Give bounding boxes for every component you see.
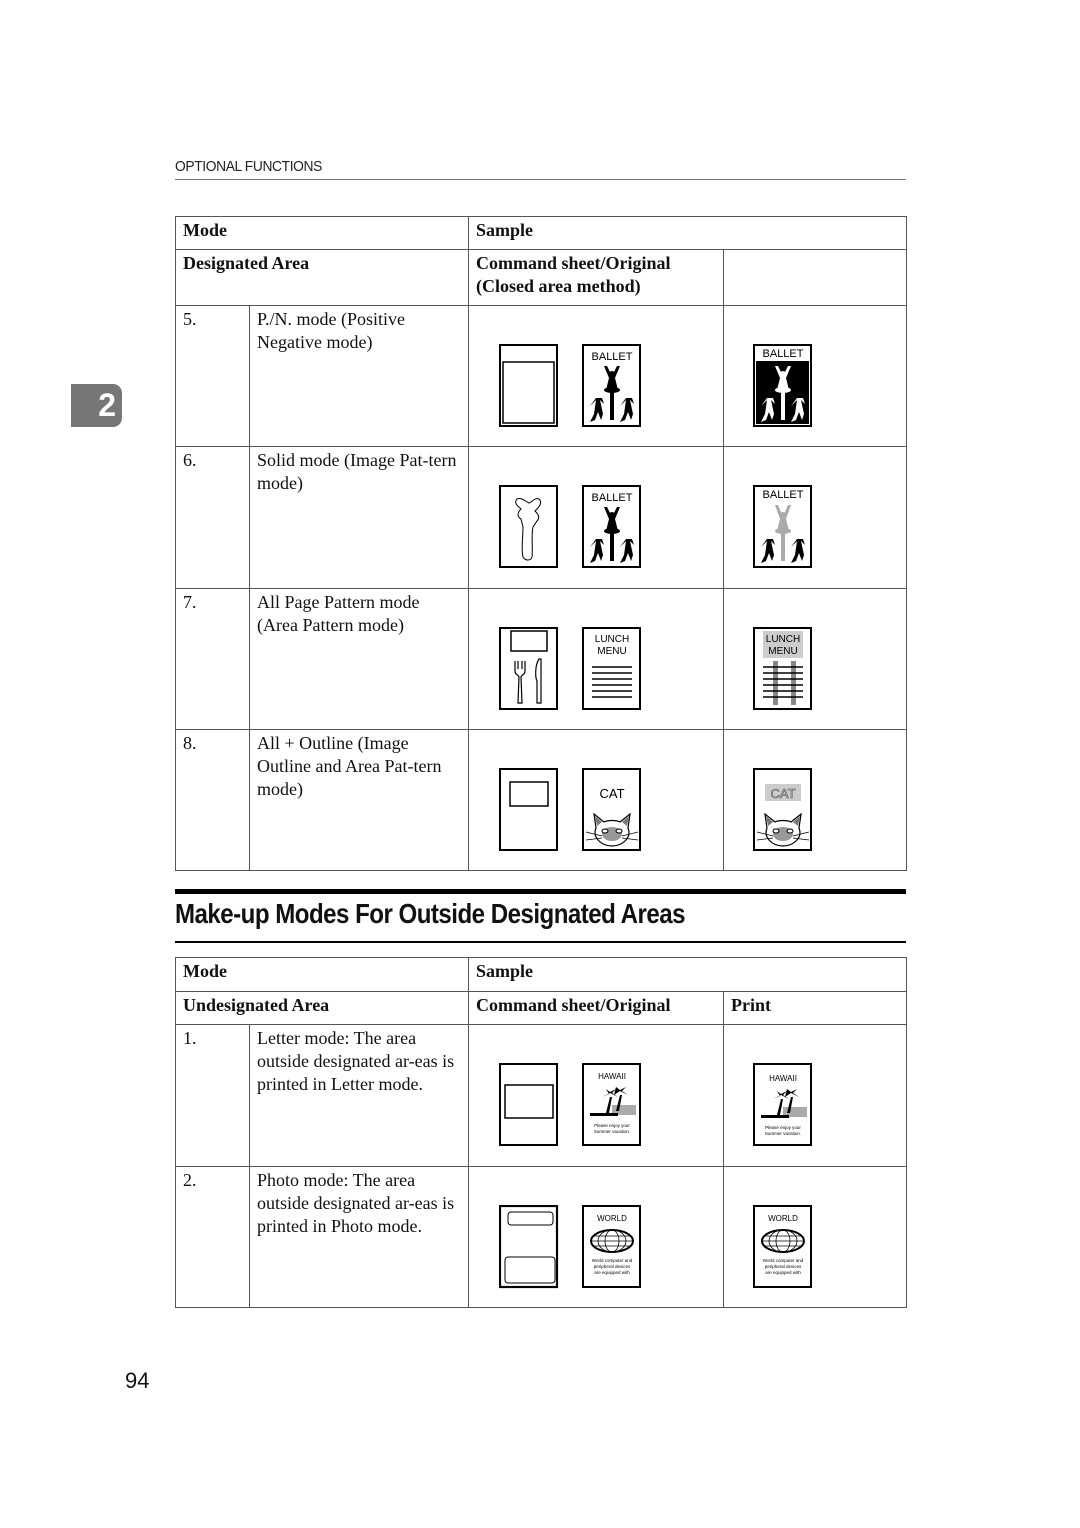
row-description: All Page Pattern mode (Area Pattern mode… [249,588,469,730]
header-mode: Mode [175,957,469,992]
sample-caption: peripheral devices [594,1264,631,1269]
menu-lines-patterned-icon: LUNCH MENU [753,627,812,710]
section-rule-top [175,889,906,894]
header-designated-area: Designated Area [175,249,469,306]
row-number: 8. [175,729,250,871]
header-mode: Mode [175,216,469,250]
running-head: OPTIONAL FUNCTIONS [175,158,322,175]
globe-icon: WORLD World computer and peripheral devi… [582,1205,641,1288]
row-description: Photo mode: The area outside designated … [249,1166,469,1308]
header-sample: Sample [467,957,908,992]
original-samples: HAWAII Please enjoy your Summer vacation… [468,1024,724,1167]
print-samples: LUNCH MENU [722,588,908,730]
sample-title: WORLD [597,1214,627,1223]
table-row: 2. Photo mode: The area outside designat… [175,1166,908,1308]
ballet-dancers-icon: BALLET [582,344,641,427]
sample-title: BALLET [763,489,804,501]
row-number: 7. [175,588,250,730]
original-samples: CAT [468,729,724,871]
row-description: All + Outline (Image Outline and Area Pa… [249,729,469,871]
area-box-icon [499,768,558,851]
header-sample: Sample [467,216,908,250]
sample-title: CAT [599,786,624,801]
cat-face-outlined-icon: CAT [753,768,812,851]
table-subheader-row: Designated Area Command sheet/Original (C… [175,249,908,306]
ballet-dancers-patterned-icon: BALLET [753,485,812,568]
chapter-tab: 2 [71,384,122,427]
header-print [722,249,908,306]
sample-title: BALLET [592,492,633,504]
sample-caption: Summer vacation. [594,1129,630,1134]
table-header-row: Mode Sample [175,957,908,992]
row-number: 6. [175,446,250,589]
sample-caption: are equipped with [594,1270,630,1275]
sample-caption: World computer and [592,1258,633,1263]
header-command-sheet: Command sheet/Original (Closed area metho… [468,249,724,306]
sample-title: MENU [597,646,626,657]
print-samples: HAWAII Please enjoy your Summer vacation… [722,1024,908,1167]
sample-title: BALLET [592,351,633,363]
sample-caption: Please enjoy your [765,1125,801,1130]
sample-title: CAT [770,786,795,801]
header-rule [175,179,906,180]
original-samples: BALLET [468,305,724,447]
table-row: 7. All Page Pattern mode (Area Pattern m… [175,588,908,730]
row-number: 1. [175,1024,250,1167]
original-samples: WORLD World computer and peripheral devi… [468,1166,724,1308]
row-number: 2. [175,1166,250,1308]
area-box-icon [499,1063,558,1146]
menu-lines-icon: LUNCH MENU [582,627,641,710]
original-samples: LUNCH MENU [468,588,724,730]
sample-title: MENU [768,646,797,657]
row-description: P./N. mode (Positive Negative mode) [249,305,469,447]
sample-title: HAWAII [769,1074,797,1083]
print-samples: CAT [722,729,908,871]
page-number: 94 [125,1368,150,1393]
fork-knife-icon [499,627,558,710]
sample-title: BALLET [763,348,804,360]
modes-table-outside: Mode Sample Undesignated Area Command sh… [175,957,908,1308]
table-row: 5. P./N. mode (Positive Negative mode) B… [175,305,908,447]
closed-area-box-icon [499,344,558,427]
row-description: Letter mode: The area outside designated… [249,1024,469,1167]
dancer-outline-icon [499,485,558,568]
ballet-dancers-icon: BALLET [582,485,641,568]
sample-title: LUNCH [595,634,629,645]
sample-title: LUNCH [766,634,800,645]
header-print: Print [722,991,908,1025]
sample-title: HAWAII [598,1072,626,1081]
header-command-sheet: Command sheet/Original [468,991,724,1025]
print-samples: WORLD World computer and peripheral devi… [722,1166,908,1308]
print-samples: BALLET [722,446,908,589]
two-area-boxes-icon [499,1205,559,1289]
section-title: Make-up Modes For Outside Designated Are… [175,898,686,929]
chapter-number: 2 [98,387,116,423]
sample-caption: Summer vacation. [765,1131,801,1136]
header-command-sheet-label: Command sheet/Original [476,253,671,273]
row-description: Solid mode (Image Pat-tern mode) [249,446,469,589]
original-samples: BALLET [468,446,724,589]
section-rule-bottom [175,941,906,943]
ballet-dancers-negative-icon: BALLET [753,344,812,427]
modes-table-designated: Mode Sample Designated Area Command shee… [175,216,908,871]
table-row: 1. Letter mode: The area outside designa… [175,1024,908,1167]
table-row: 6. Solid mode (Image Pat-tern mode) BALL… [175,446,908,589]
sample-caption: are equipped with [765,1270,801,1275]
palm-tree-beach-icon: HAWAII Please enjoy your Summer vacation… [582,1063,641,1146]
sample-caption: Please enjoy your [594,1123,630,1128]
cat-face-icon: CAT [582,768,641,851]
sample-caption: World computer and [763,1258,804,1263]
row-number: 5. [175,305,250,447]
header-closed-area-method: (Closed area method) [476,276,641,296]
table-row: 8. All + Outline (Image Outline and Area… [175,729,908,871]
header-undesignated-area: Undesignated Area [175,991,469,1025]
table-subheader-row: Undesignated Area Command sheet/Original… [175,991,908,1025]
globe-icon: WORLD World computer and peripheral devi… [753,1205,812,1288]
print-samples: BALLET [722,305,908,447]
sample-title: WORLD [768,1214,798,1223]
sample-caption: peripheral devices [765,1264,802,1269]
table-header-row: Mode Sample [175,216,908,250]
palm-tree-beach-icon: HAWAII Please enjoy your Summer vacation… [753,1063,812,1146]
